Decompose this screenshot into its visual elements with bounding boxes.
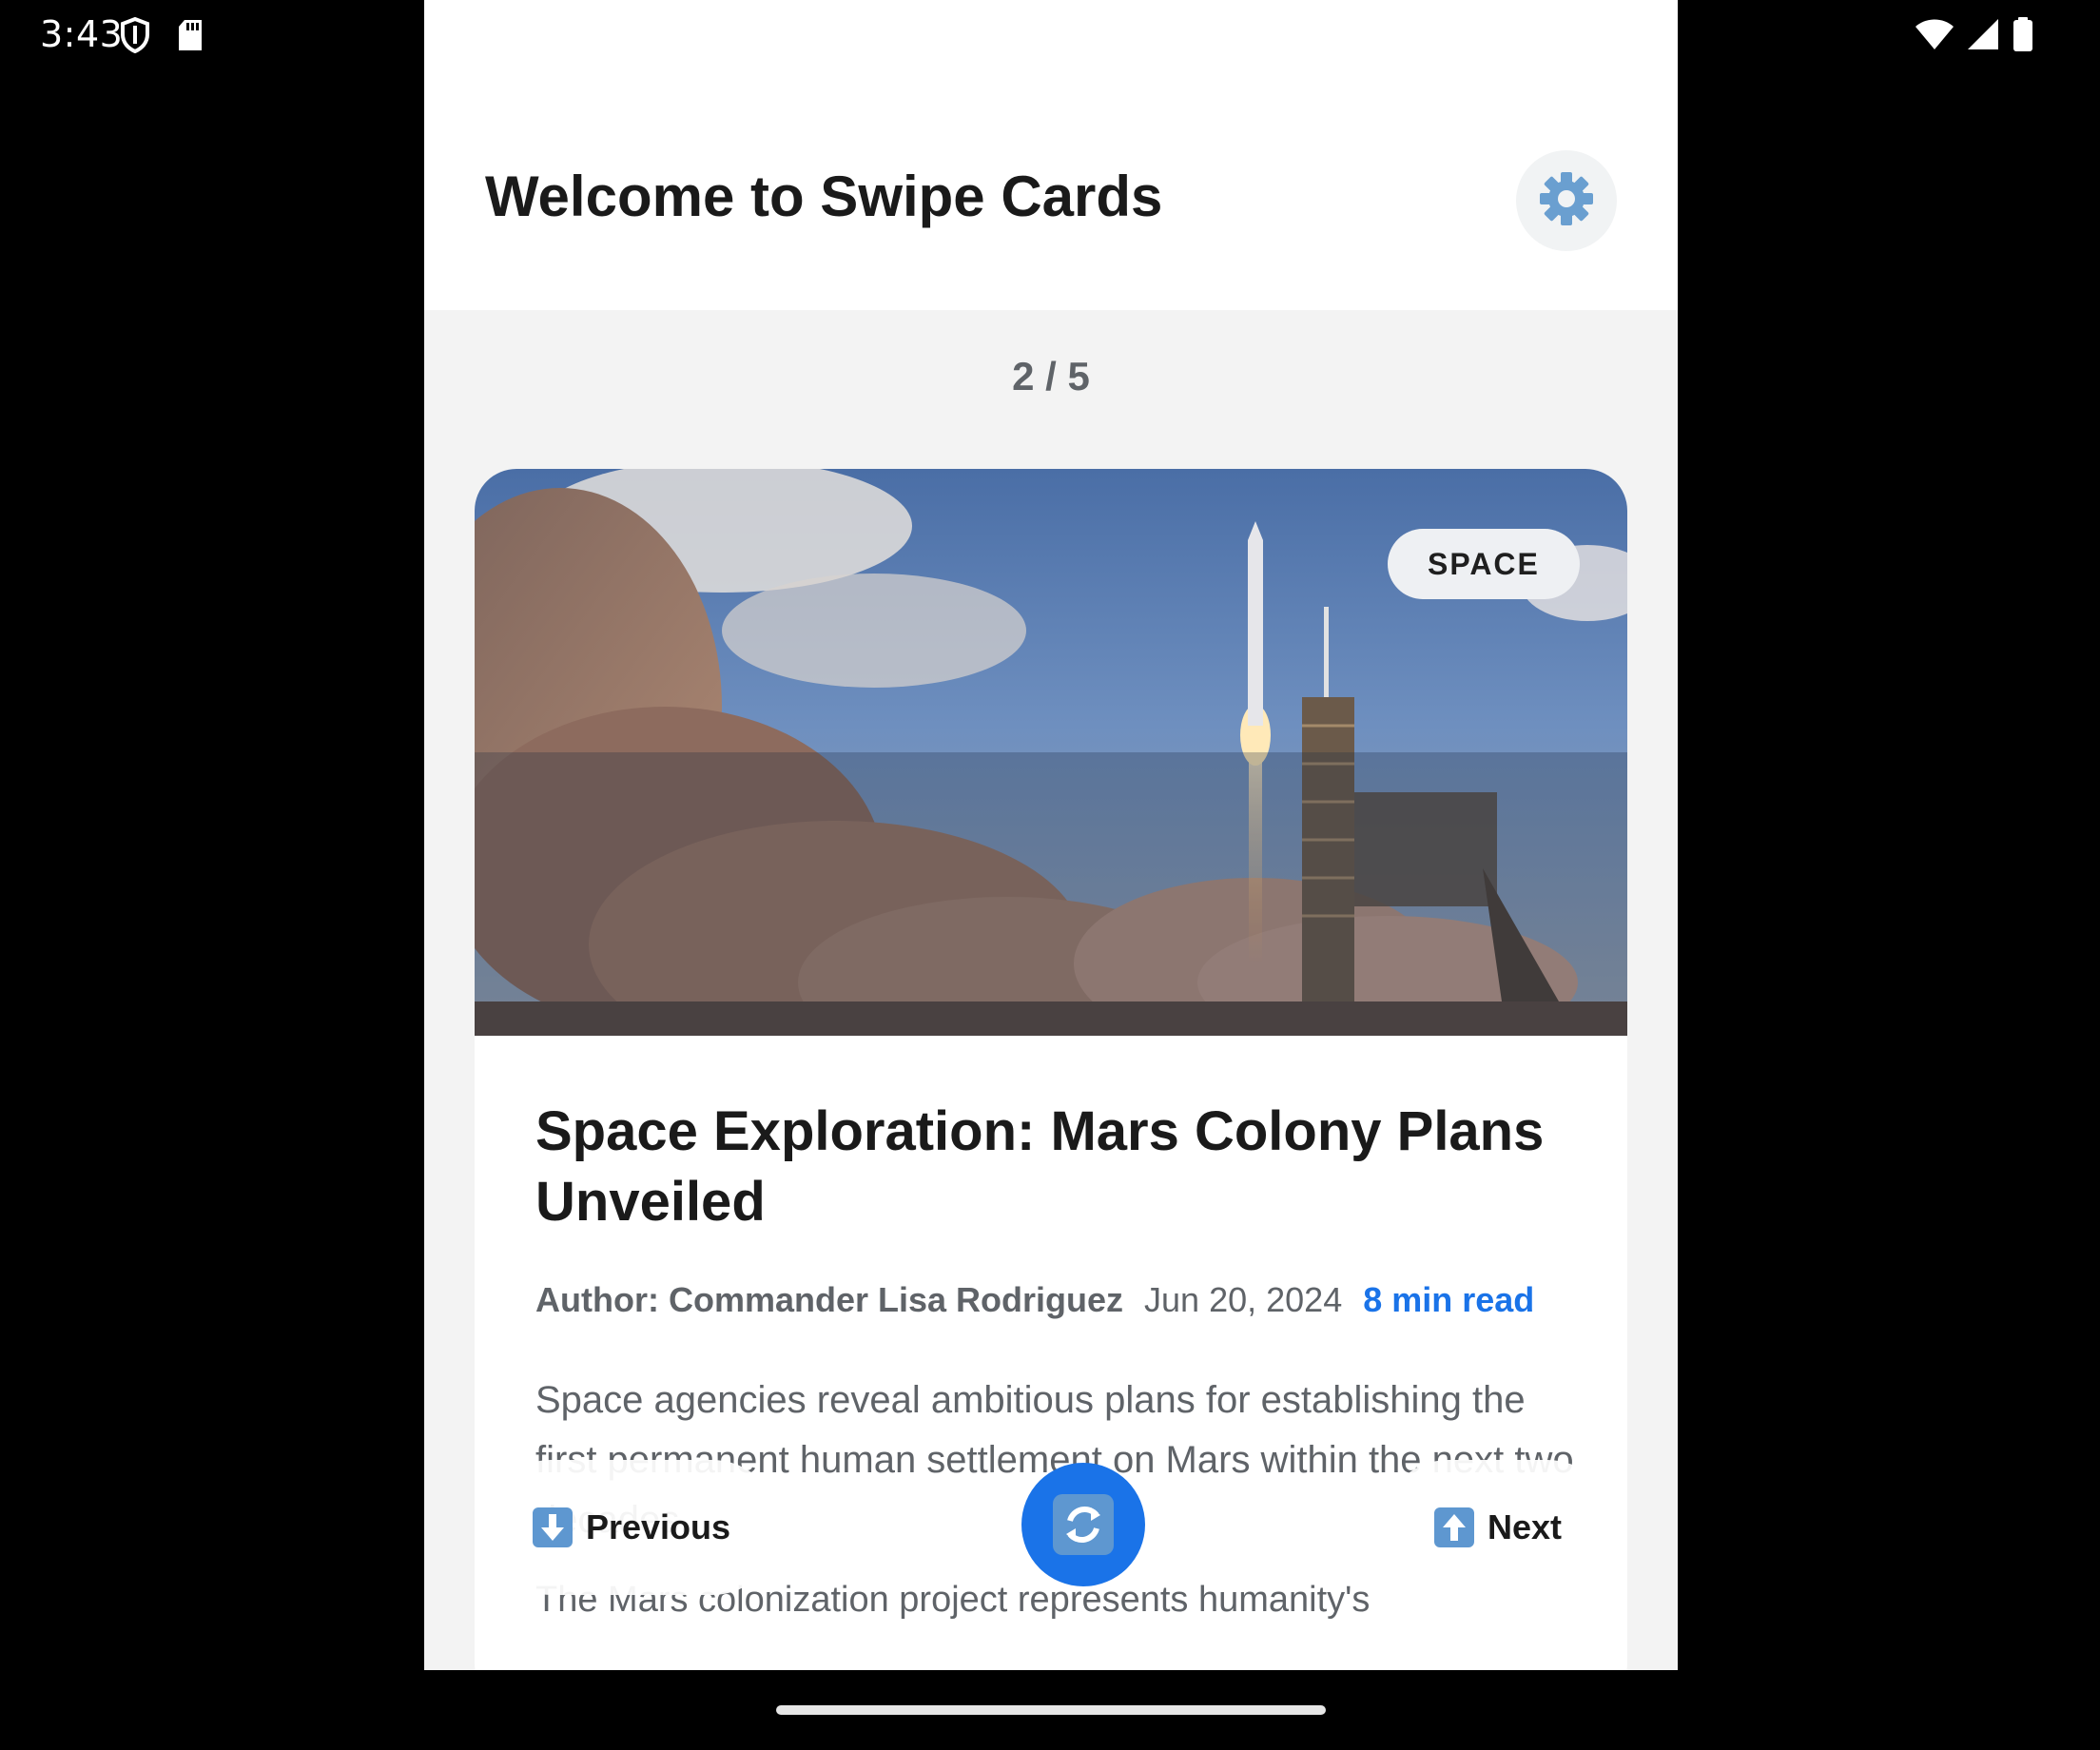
card-image: SPACE (475, 469, 1627, 1036)
settings-button[interactable] (1516, 150, 1617, 251)
article-author: Author: Commander Lisa Rodriguez (535, 1280, 1124, 1319)
shield-icon (120, 16, 150, 58)
app-window: Welcome to Swipe Cards 2 / 5 SPACE Space… (424, 0, 1678, 1670)
shuffle-icon (1053, 1494, 1114, 1555)
next-button[interactable]: Next (1381, 1460, 1615, 1595)
signal-icon (1967, 18, 1999, 55)
category-badge: SPACE (1388, 529, 1580, 599)
next-label: Next (1487, 1507, 1563, 1546)
battery-icon (2012, 17, 2033, 56)
previous-button[interactable]: Previous (483, 1460, 780, 1595)
gear-icon (1537, 169, 1596, 233)
home-indicator[interactable] (776, 1705, 1326, 1715)
page-title: Welcome to Swipe Cards (485, 165, 1163, 228)
article-meta: Author: Commander Lisa Rodriguez Jun 20, … (535, 1280, 1534, 1320)
sd-card-icon (177, 19, 204, 56)
read-time: 8 min read (1363, 1280, 1535, 1319)
status-time: 3:43 (40, 13, 124, 55)
article-date: Jun 20, 2024 (1144, 1280, 1343, 1319)
status-left-icons (120, 16, 204, 58)
up-arrow-icon (1433, 1507, 1474, 1547)
app-header: Welcome to Swipe Cards (424, 0, 1678, 310)
down-arrow-icon (532, 1507, 573, 1547)
card-counter: 2 / 5 (1012, 354, 1090, 399)
article-title: Space Exploration: Mars Colony Plans Unv… (535, 1100, 1545, 1233)
status-right-icons (1915, 17, 2033, 56)
shuffle-button[interactable] (1021, 1463, 1145, 1586)
wifi-icon (1915, 18, 1954, 55)
previous-label: Previous (585, 1507, 731, 1546)
